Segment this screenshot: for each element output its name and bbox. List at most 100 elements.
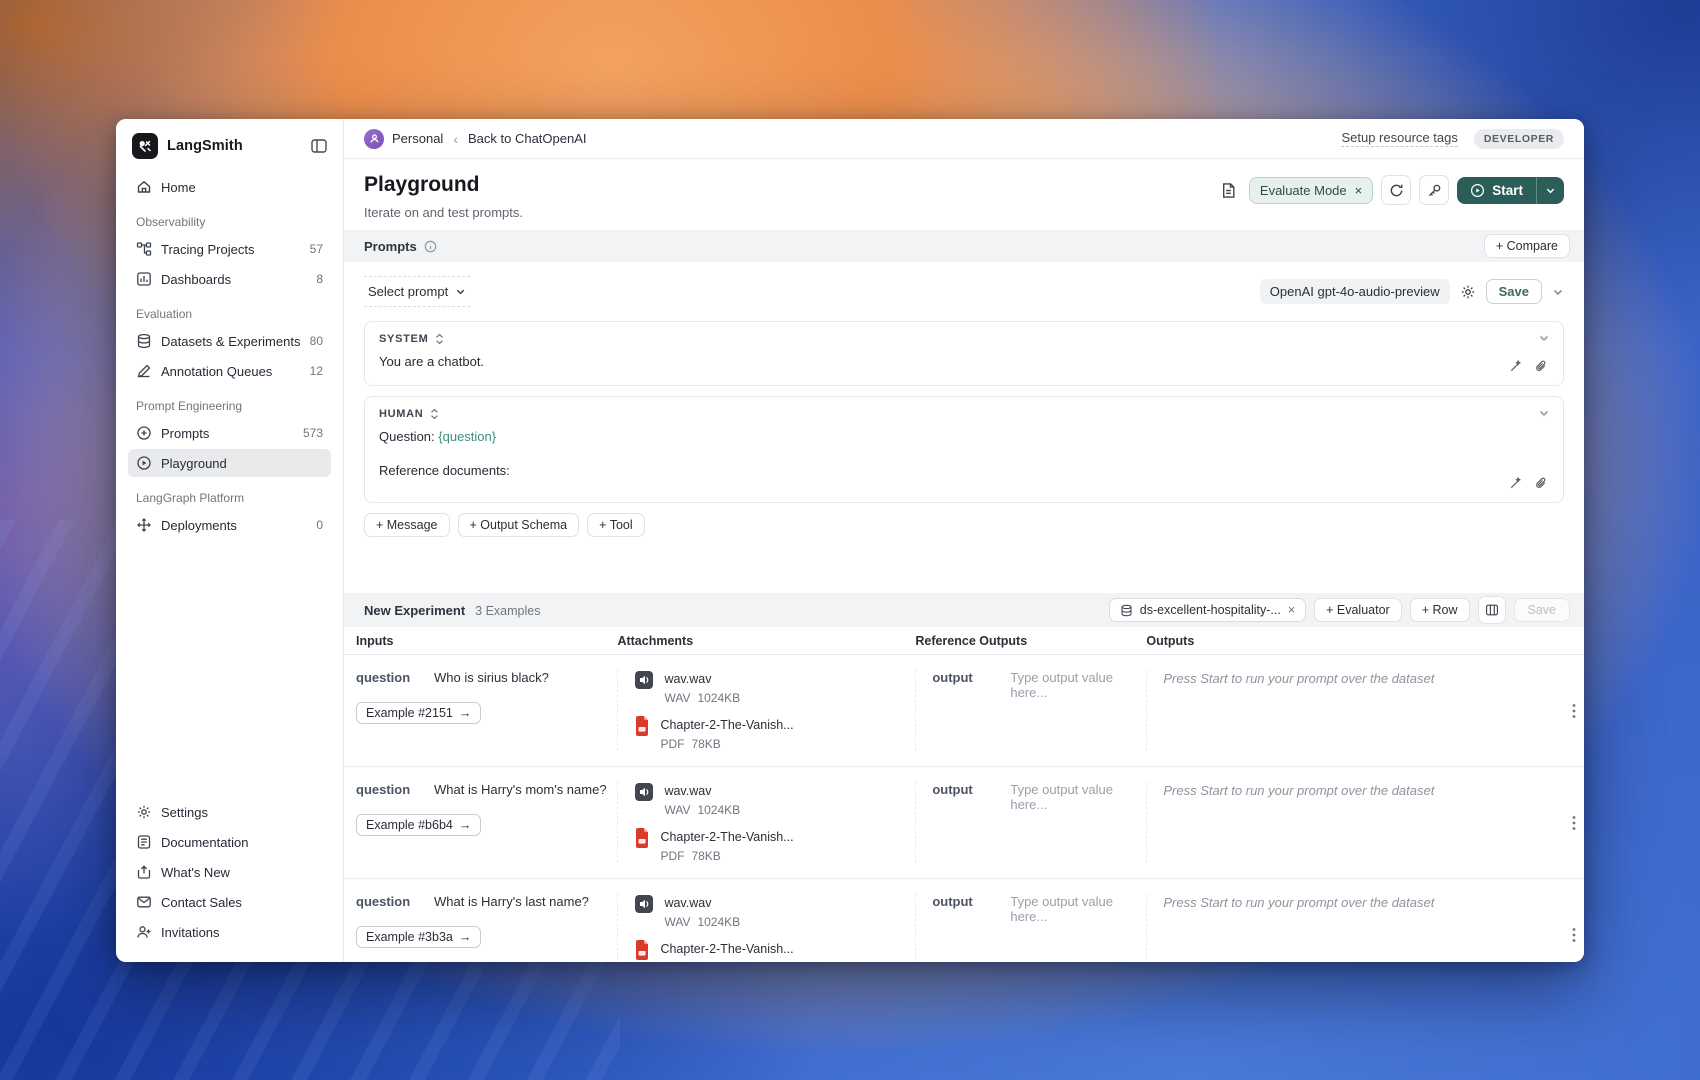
workspace-avatar[interactable] bbox=[364, 128, 384, 149]
attachment-pdf[interactable]: Chapter-2-The-Vanish... PDF 78KB bbox=[634, 716, 905, 751]
sidebar-item-settings[interactable]: Settings bbox=[128, 798, 331, 826]
output-cell: Press Start to run your prompt over the … bbox=[1146, 782, 1572, 863]
file-name: Chapter-2-The-Vanish... bbox=[660, 942, 794, 956]
sidebar-item-whats-new[interactable]: What's New bbox=[128, 858, 331, 886]
info-icon[interactable] bbox=[424, 240, 437, 253]
wand-icon[interactable] bbox=[1508, 359, 1523, 374]
sidebar-item-deployments[interactable]: Deployments 0 bbox=[128, 511, 331, 539]
input-value[interactable]: What is Harry's last name? bbox=[434, 894, 589, 909]
role-row: SYSTEM bbox=[379, 333, 1549, 345]
ref-key: output bbox=[932, 894, 973, 909]
breadcrumb-separator: ‹ bbox=[453, 130, 458, 147]
close-icon[interactable]: × bbox=[1288, 603, 1295, 617]
arrow-right-icon: → bbox=[458, 818, 472, 832]
kebab-menu-icon[interactable] bbox=[1572, 927, 1576, 943]
sidebar-item-label: Dashboards bbox=[161, 271, 232, 287]
item-count: 573 bbox=[302, 426, 323, 440]
save-prompt-button[interactable]: Save bbox=[1485, 279, 1542, 304]
attachment-pdf[interactable]: Chapter-2-The-Vanish... PDF 78KB bbox=[634, 940, 905, 962]
kebab-menu-icon[interactable] bbox=[1572, 815, 1576, 831]
sidebar-item-annotation-queues[interactable]: Annotation Queues 12 bbox=[128, 357, 331, 385]
sidebar-item-playground[interactable]: Playground bbox=[128, 449, 331, 477]
human-message-line1[interactable]: Question: {question} bbox=[379, 429, 1549, 444]
start-button[interactable]: Start bbox=[1457, 176, 1564, 204]
columns-icon[interactable] bbox=[1477, 596, 1506, 624]
add-row-button[interactable]: + Row bbox=[1409, 598, 1470, 622]
chevron-down-icon[interactable] bbox=[1537, 177, 1564, 204]
dataset-chip[interactable]: ds-excellent-hospitality-... × bbox=[1108, 598, 1307, 622]
chevron-down-icon[interactable] bbox=[1538, 407, 1550, 419]
add-message-button[interactable]: + Message bbox=[364, 513, 450, 537]
reference-output-cell[interactable]: output Type output value here... bbox=[915, 782, 1146, 863]
tracing-projects-icon bbox=[136, 242, 152, 256]
add-output-schema-button[interactable]: + Output Schema bbox=[457, 513, 580, 537]
sidebar-item-label: Home bbox=[161, 179, 196, 195]
start-button-main[interactable]: Start bbox=[1457, 177, 1536, 204]
add-evaluator-button[interactable]: + Evaluator bbox=[1314, 598, 1402, 622]
role-sort-icon[interactable] bbox=[430, 408, 439, 420]
reference-output-cell[interactable]: output Type output value here... bbox=[915, 670, 1146, 751]
notes-icon[interactable] bbox=[1216, 178, 1241, 203]
save-experiment-button[interactable]: Save bbox=[1513, 598, 1570, 622]
sidebar-item-label: Deployments bbox=[161, 517, 237, 533]
ref-placeholder[interactable]: Type output value here... bbox=[1010, 670, 1136, 700]
question-variable[interactable]: {question} bbox=[438, 429, 496, 444]
kebab-menu-icon[interactable] bbox=[1572, 703, 1576, 719]
langsmith-window: LangSmith Home Observability Tracing Pro… bbox=[116, 119, 1584, 962]
role-label[interactable]: SYSTEM bbox=[379, 333, 428, 345]
sidebar-item-datasets-experiments[interactable]: Datasets & Experiments 80 bbox=[128, 327, 331, 355]
arrow-right-icon: → bbox=[458, 930, 472, 944]
sidebar-collapse-icon[interactable] bbox=[311, 139, 327, 153]
evaluate-mode-chip[interactable]: Evaluate Mode × bbox=[1248, 176, 1374, 204]
select-prompt-dropdown[interactable]: Select prompt bbox=[364, 276, 471, 307]
role-sort-icon[interactable] bbox=[435, 333, 444, 345]
attachment-audio[interactable]: wav.wav WAV 1024KB bbox=[634, 894, 905, 929]
example-link[interactable]: Example #2151 → bbox=[356, 702, 482, 724]
chevron-down-icon[interactable] bbox=[1538, 332, 1550, 344]
sidebar-item-tracing-projects[interactable]: Tracing Projects 57 bbox=[128, 235, 331, 263]
setup-resource-tags-link[interactable]: Setup resource tags bbox=[1341, 130, 1458, 147]
attachment-audio[interactable]: wav.wav WAV 1024KB bbox=[634, 670, 905, 705]
evaluate-mode-label: Evaluate Mode bbox=[1259, 182, 1347, 198]
back-link[interactable]: Back to ChatOpenAI bbox=[468, 131, 587, 146]
api-key-icon[interactable] bbox=[1419, 175, 1450, 205]
reference-output-cell[interactable]: output Type output value here... bbox=[915, 894, 1146, 962]
system-message-content[interactable]: You are a chatbot. bbox=[379, 354, 1549, 369]
ref-placeholder[interactable]: Type output value here... bbox=[1010, 894, 1136, 924]
model-settings-gear-icon[interactable] bbox=[1460, 284, 1476, 300]
output-placeholder: Press Start to run your prompt over the … bbox=[1163, 671, 1435, 686]
sidebar-item-contact-sales[interactable]: Contact Sales bbox=[128, 888, 331, 916]
role-label[interactable]: HUMAN bbox=[379, 408, 423, 420]
attachment-audio[interactable]: wav.wav WAV 1024KB bbox=[634, 782, 905, 817]
sidebar-item-prompts[interactable]: Prompts 573 bbox=[128, 419, 331, 447]
collapse-prompts-chevron-icon[interactable] bbox=[1552, 286, 1564, 298]
topbar-right: Setup resource tags DEVELOPER bbox=[1341, 128, 1564, 149]
wand-icon[interactable] bbox=[1508, 476, 1523, 491]
inputs-cell[interactable]: question What is Harry's last name? Examp… bbox=[356, 894, 617, 962]
human-message-line2[interactable]: Reference documents: bbox=[379, 463, 1549, 478]
inputs-cell[interactable]: question Who is sirius black? Example #21… bbox=[356, 670, 617, 751]
input-value[interactable]: Who is sirius black? bbox=[434, 670, 549, 685]
dashboards-icon bbox=[137, 272, 151, 286]
refresh-icon[interactable] bbox=[1381, 175, 1412, 205]
sidebar-item-documentation[interactable]: Documentation bbox=[128, 828, 331, 856]
sidebar-item-home[interactable]: Home bbox=[128, 173, 331, 201]
paperclip-icon[interactable] bbox=[1534, 359, 1549, 374]
model-selector[interactable]: OpenAI gpt-4o-audio-preview bbox=[1259, 279, 1450, 304]
add-tool-button[interactable]: + Tool bbox=[587, 513, 645, 537]
workspace-name[interactable]: Personal bbox=[392, 131, 443, 146]
input-value[interactable]: What is Harry's mom's name? bbox=[434, 782, 607, 797]
prompt-actions-row: + Message + Output Schema + Tool bbox=[364, 513, 1564, 593]
sidebar-item-dashboards[interactable]: Dashboards 8 bbox=[128, 265, 331, 293]
example-link[interactable]: Example #3b3a → bbox=[356, 926, 482, 948]
paperclip-icon[interactable] bbox=[1534, 476, 1549, 491]
prompts-section-title: Prompts bbox=[364, 238, 417, 254]
inputs-cell[interactable]: question What is Harry's mom's name? Exam… bbox=[356, 782, 617, 863]
compare-button[interactable]: + Compare bbox=[1483, 234, 1570, 258]
attachment-pdf[interactable]: Chapter-2-The-Vanish... PDF 78KB bbox=[634, 828, 905, 863]
ref-placeholder[interactable]: Type output value here... bbox=[1010, 782, 1136, 812]
close-icon[interactable]: × bbox=[1355, 183, 1363, 198]
output-placeholder: Press Start to run your prompt over the … bbox=[1163, 895, 1435, 910]
example-link[interactable]: Example #b6b4 → bbox=[356, 814, 482, 836]
sidebar-item-invitations[interactable]: Invitations bbox=[128, 918, 331, 946]
